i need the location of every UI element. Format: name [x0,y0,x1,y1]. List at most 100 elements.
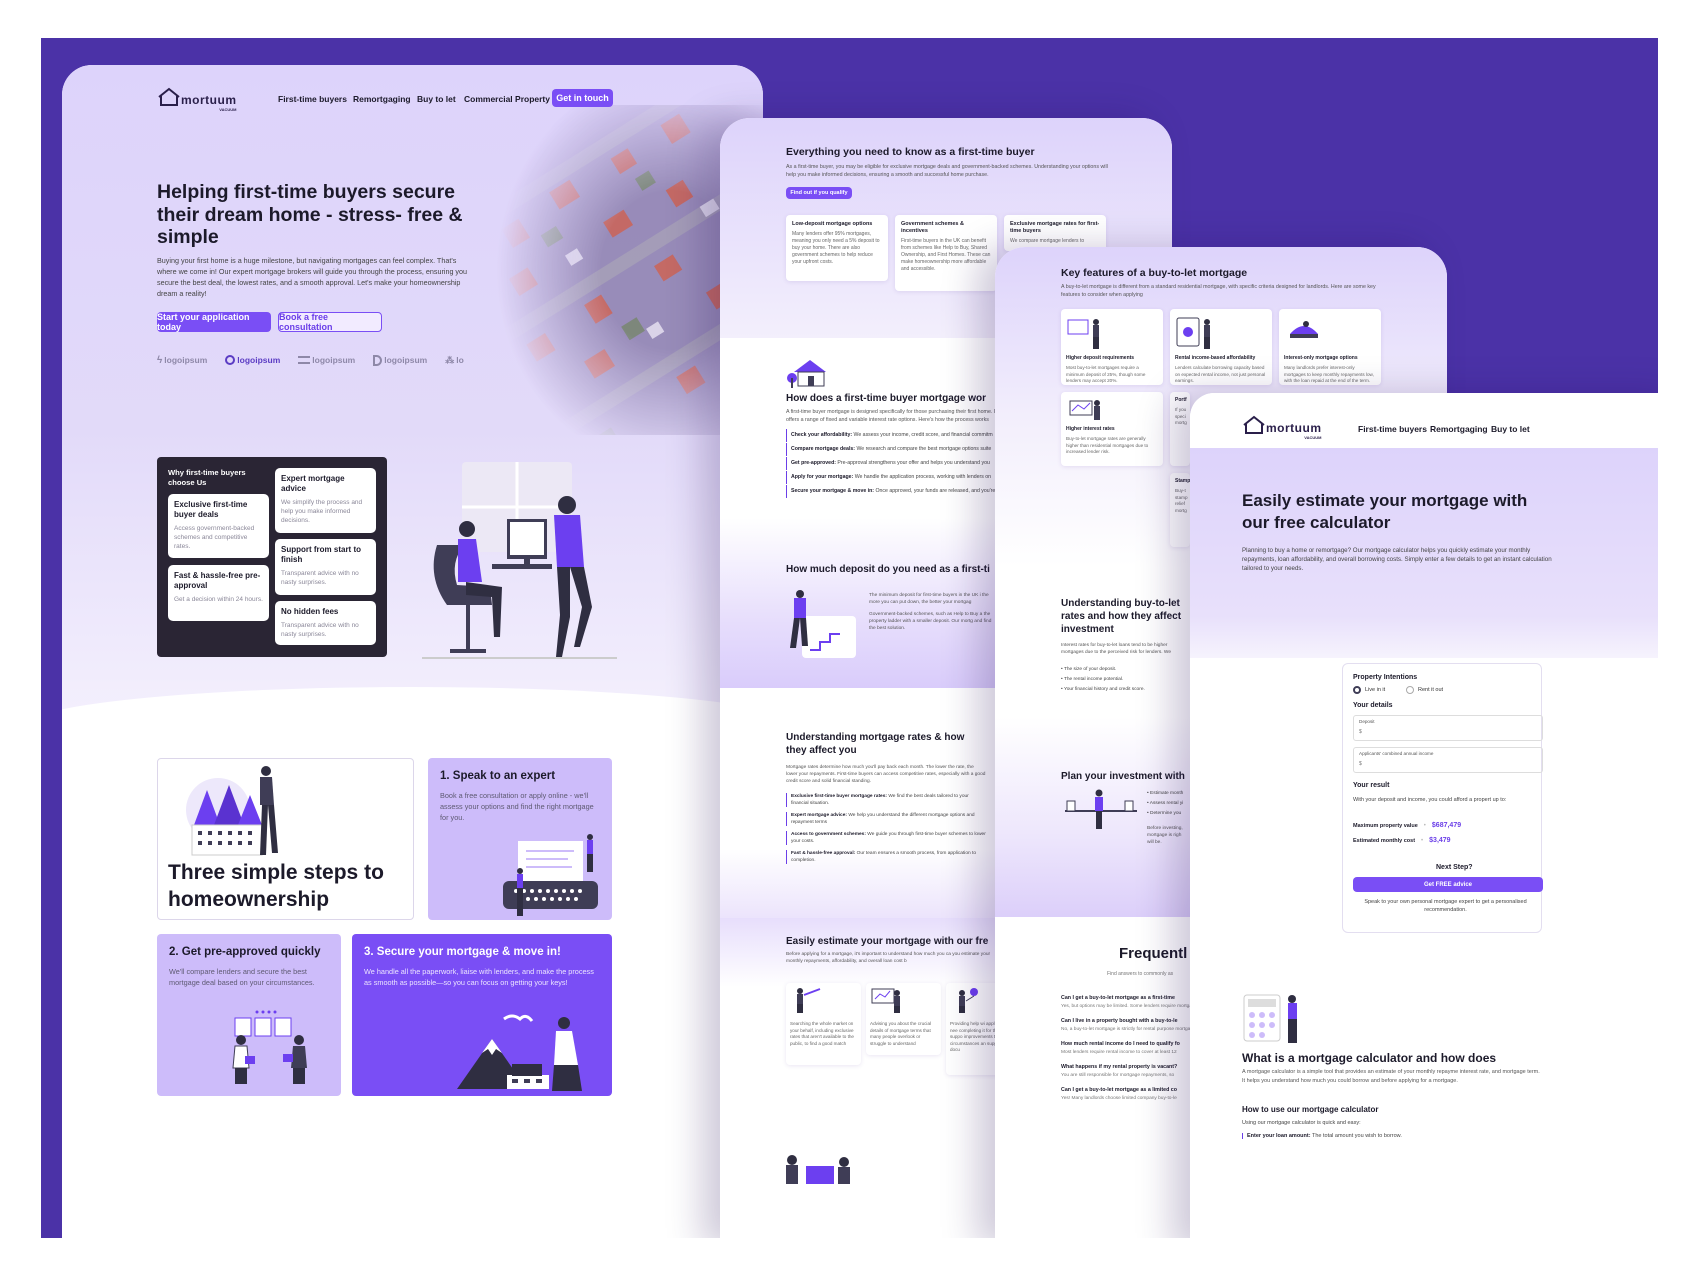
house-illustration [787,360,826,388]
interest-only-illustration [1290,321,1318,338]
list-item: Fast & hassle-free approval: Our team en… [786,850,986,864]
list-item: • Your financial history and credit scor… [1061,687,1145,692]
list-item: • Assess rental yi [1147,801,1184,806]
typewriter-illustration [503,834,598,916]
income-input[interactable]: Applicants' combined annual income $ [1353,747,1543,773]
list-item: Check your affordability: We assess your… [786,429,995,442]
brand-name: mortuum [181,93,237,107]
step-1-title: 1. Speak to an expert [440,770,556,782]
step-2-description: We'll compare lenders and secure the bes… [169,967,315,987]
plan-title: Plan your investment with [1061,771,1185,782]
bolt-icon: ϟ [157,354,163,366]
guide-card: Government schemes & incentives First-tim… [895,215,997,291]
brand-logo[interactable]: mortuum VACUUM [1242,415,1322,440]
radio-live-in[interactable]: Live in it [1353,686,1385,694]
nav-commercial-property[interactable]: Commercial Property [464,94,550,104]
calc-hero-description: Planning to buy a home or remortgage? Ou… [1242,547,1552,572]
step-1-description: Book a free consultation or apply online… [440,791,594,822]
currency-symbol: $ [1359,761,1362,767]
faq-item[interactable]: Can I live in a property bought with a b… [1061,1018,1199,1033]
feature-card: Expert mortgage advice We simplify the pr… [275,468,376,533]
stairs-illustration [790,590,856,658]
page-first-time-buyers: mortuum VACUUM First-time buyers Remortg… [62,65,763,1238]
mountain-home-illustration [457,1014,582,1091]
deposit-input[interactable]: Deposit $ [1353,715,1543,741]
guide-card: Exclusive mortgage rates for first-time … [1004,215,1106,251]
list-item: Access to government schemes: We guide y… [786,831,986,845]
balance-illustration [1065,789,1137,829]
nav-first-time-buyers[interactable]: First-time buyers [1358,424,1427,434]
rates-description: Mortgage rates determine how much you'll… [786,765,986,784]
what-title: What is a mortgage calculator and how do… [1242,1051,1497,1065]
btl-rates-description: Interest rates for buy-to-let loans tend… [1061,643,1172,655]
nav-remortgaging[interactable]: Remortgaging [353,94,411,104]
result-label: Your result [1353,782,1390,789]
get-in-touch-button[interactable]: Get in touch [552,89,613,107]
estimate-description: Before applying for a mortgage, it's imp… [786,952,991,964]
partner-logos: ϟ logoipsum logoipsum logoipsum logoipsum… [157,353,487,367]
btl-rates-title: Understanding buy-to-let rates and how t… [1061,598,1182,635]
why-title: Why first-time buyers choose Us [168,468,246,487]
list-item: • The size of your deposit. [1061,667,1117,672]
hero-title: Helping first-time buyers secure their d… [157,181,463,248]
list-item: Get pre-approved: Pre-approval strengthe… [786,457,995,470]
get-free-advice-button[interactable]: Get FREE advice [1353,877,1543,892]
how-steps-list: Check your affordability: We assess your… [786,429,995,499]
list-item: • Determine you [1147,811,1182,816]
btl-rates-bullets: • The size of your deposit. • The rental… [1061,665,1145,695]
list-item: Compare mortgage deals: We research and … [786,443,995,456]
showcase-background: mortuum VACUUM First-time buyers Remortg… [41,38,1658,1238]
building-illustration [186,766,278,856]
qualify-button[interactable]: Find out if you qualify [786,187,852,199]
balloon-person-illustration [959,988,978,1013]
partner-logo: logoipsum [373,354,427,366]
faq-item[interactable]: Can I get a buy-to-let mortgage as a fir… [1061,995,1199,1010]
next-step-label: Next Step? [1436,864,1473,871]
list-item: Apply for your mortgage: We handle the a… [786,471,995,484]
feature-card: Exclusive first-time buyer deals Access g… [168,494,269,558]
advice-footnote: Speak to your own personal mortgage expe… [1364,899,1527,913]
meeting-illustration [232,1010,307,1084]
how-title: How does a first-time buyer mortgage wor [786,393,987,404]
why-choose-us-panel: Why first-time buyers choose Us Exclusiv… [157,457,387,657]
d-logo-icon [373,354,383,366]
showcase-canvas: mortuum VACUUM First-time buyers Remortg… [0,0,1699,1282]
start-application-button[interactable]: Start your application today [157,312,271,332]
step-3-card: 3. Secure your mortgage & move in! We ha… [352,934,612,1096]
feature-card: No hidden fees Transparent advice with no… [275,601,376,645]
deposit-requirements-illustration [1067,319,1099,349]
chart-person-illustration [871,988,900,1013]
book-consultation-button[interactable]: Book a free consultation [278,312,382,332]
deposit-label: Deposit [1359,719,1375,724]
list-item: Secure your mortgage & move in: Once app… [786,485,995,498]
calculator-illustration [1243,994,1297,1043]
stack-logo-icon [298,356,311,364]
brand-sub: VACUUM [219,107,237,112]
brand-logo[interactable]: mortuum VACUUM [157,87,237,112]
radio-empty-icon [1406,686,1414,694]
faq-item[interactable]: Can I get a buy-to-let mortgage as a lim… [1061,1087,1199,1102]
partner-logo: logoipsum [298,355,355,365]
btl-card: Higher interest rates Buy-to-let mortgage… [1061,392,1163,466]
faq-item[interactable]: How much rental income do I need to qual… [1061,1041,1199,1056]
steps-title: Three simple steps to homeownership [168,861,384,911]
nav-buy-to-let[interactable]: Buy to let [1491,424,1530,434]
calculator-card: Property Intentions Live in it Rent it o… [1342,663,1543,933]
feature-card: Fast & hassle-free pre-approval Get a dec… [168,565,269,621]
nav-first-time-buyers[interactable]: First-time buyers [278,94,347,104]
btl-card: Portf If you speci mortg [1170,392,1190,466]
partner-logo: logoipsum [225,355,280,365]
deposit-text-1: The minimum deposit for first-time buyer… [869,593,989,605]
faq-item[interactable]: What happens if my rental property is va… [1061,1064,1199,1079]
brand-name: mortuum [1266,421,1322,435]
btl-description: A buy-to-let mortgage is different from … [1061,284,1376,298]
radio-rent-out[interactable]: Rent it out [1406,686,1443,694]
guide-card: Low-deposit mortgage options Many lenders… [786,215,888,281]
how-description: A first-time buyer mortgage is designed … [786,409,997,423]
grid-logo-icon: ⁂ [445,354,455,365]
nav-buy-to-let[interactable]: Buy to let [417,94,456,104]
list-item: • The rental income potential. [1061,677,1124,682]
faq-subtitle: Find answers to commonly as [1107,971,1174,977]
plan-bullets: • Estimate month • Assess rental yi • De… [1147,789,1183,819]
nav-remortgaging[interactable]: Remortgaging [1430,424,1488,434]
